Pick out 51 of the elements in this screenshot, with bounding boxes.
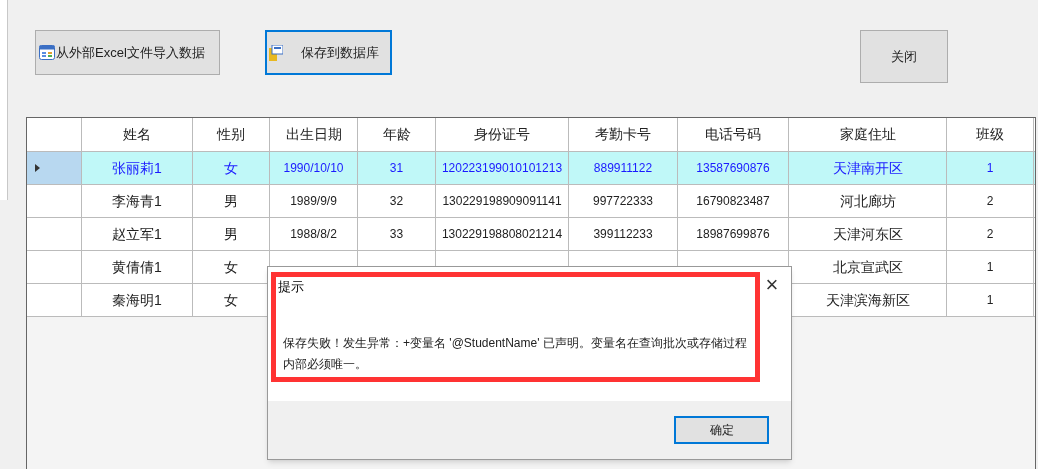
column-header[interactable]: 姓名: [82, 118, 193, 151]
table-cell: 2: [947, 185, 1034, 217]
column-header[interactable]: 年龄: [358, 118, 436, 151]
table-cell: 31: [358, 152, 436, 184]
table-cell: 男: [193, 218, 270, 250]
column-header[interactable]: 性别: [193, 118, 270, 151]
column-header[interactable]: 家庭住址: [789, 118, 947, 151]
table-cell: 889911122: [569, 152, 678, 184]
table-cell: 130229198909091141: [436, 185, 569, 217]
close-button[interactable]: 关闭: [860, 30, 948, 83]
table-cell: 天津河东区: [789, 218, 947, 250]
table-cell: 秦海明1: [82, 284, 193, 316]
table-cell: 河北廊坊: [789, 185, 947, 217]
row-header[interactable]: [27, 152, 82, 184]
table-cell: 1990/10/10: [270, 152, 358, 184]
column-header[interactable]: 班级: [947, 118, 1034, 151]
table-cell: 赵立军1: [82, 218, 193, 250]
table-cell: 1: [947, 152, 1034, 184]
column-header[interactable]: 出生日期: [270, 118, 358, 151]
database-icon: [269, 44, 283, 61]
table-cell: 1989/9/9: [270, 185, 358, 217]
table-cell: 2: [947, 218, 1034, 250]
table-cell: 120223199010101213: [436, 152, 569, 184]
current-row-icon: [35, 164, 40, 172]
table-cell: 1: [947, 251, 1034, 283]
dialog-title: 提示: [278, 278, 304, 296]
table-cell: 997722333: [569, 185, 678, 217]
table-cell: 16790823487: [678, 185, 789, 217]
column-header[interactable]: 考勤卡号: [569, 118, 678, 151]
save-button[interactable]: 保存到数据库: [265, 30, 392, 75]
table-icon: [39, 45, 55, 60]
table-cell: 张丽莉1: [82, 152, 193, 184]
column-header[interactable]: 电话号码: [678, 118, 789, 151]
table-cell: 李海青1: [82, 185, 193, 217]
table-cell: 1: [947, 284, 1034, 316]
table-cell: 33: [358, 218, 436, 250]
column-header[interactable]: 身份证号: [436, 118, 569, 151]
table-cell: 黄倩倩1: [82, 251, 193, 283]
table-cell: 1988/8/2: [270, 218, 358, 250]
import-button[interactable]: 从外部Excel文件导入数据: [35, 30, 220, 75]
table-cell: 130229198808021214: [436, 218, 569, 250]
table-cell: 天津南开区: [789, 152, 947, 184]
close-button[interactable]: ×: [762, 273, 782, 297]
table-cell: 女: [193, 152, 270, 184]
table-cell: 399112233: [569, 218, 678, 250]
table-cell: 13587690876: [678, 152, 789, 184]
ok-button[interactable]: 确定: [674, 416, 769, 444]
error-message: 保存失败！发生异常：+变量名 '@StudentName' 已声明。变量名在查询批次或存储过程内部必须唯一。: [283, 335, 748, 373]
table-cell: 32: [358, 185, 436, 217]
table-cell: 18987699876: [678, 218, 789, 250]
table-cell: 男: [193, 185, 270, 217]
